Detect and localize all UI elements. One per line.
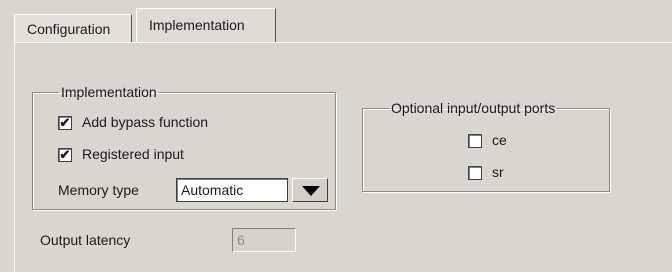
optional-ports-group: Optional input/output ports: [362, 100, 610, 192]
bypass-label: Add bypass function: [82, 114, 209, 130]
registered-input-label: Registered input: [82, 146, 184, 162]
sr-checkbox[interactable]: [468, 166, 482, 180]
tab-implementation-label: Implementation: [149, 17, 245, 33]
bypass-checkbox[interactable]: ✔: [58, 116, 72, 130]
tab-implementation[interactable]: Implementation: [136, 8, 276, 42]
checkmark-icon: ✔: [59, 147, 71, 162]
memory-type-value: Automatic: [181, 182, 244, 198]
output-latency-value: 6: [237, 232, 245, 248]
memory-type-select[interactable]: Automatic: [176, 178, 288, 202]
triangle-down-icon: [302, 186, 320, 196]
tab-configuration-label: Configuration: [27, 21, 111, 37]
optional-ports-legend: Optional input/output ports: [391, 100, 556, 116]
registered-input-checkbox[interactable]: ✔: [58, 148, 72, 162]
checkmark-icon: ✔: [59, 115, 71, 130]
ce-checkbox[interactable]: [468, 134, 482, 148]
output-latency-field[interactable]: 6: [232, 228, 296, 252]
ce-label: ce: [492, 132, 507, 148]
tab-strip: Configuration Implementation: [0, 0, 672, 44]
sr-label: sr: [492, 164, 504, 180]
memory-type-dropdown-button[interactable]: [292, 178, 328, 202]
implementation-group-legend: Implementation: [61, 84, 157, 100]
memory-type-label: Memory type: [58, 182, 139, 198]
tab-configuration[interactable]: Configuration: [14, 14, 132, 42]
output-latency-label: Output latency: [40, 232, 131, 248]
